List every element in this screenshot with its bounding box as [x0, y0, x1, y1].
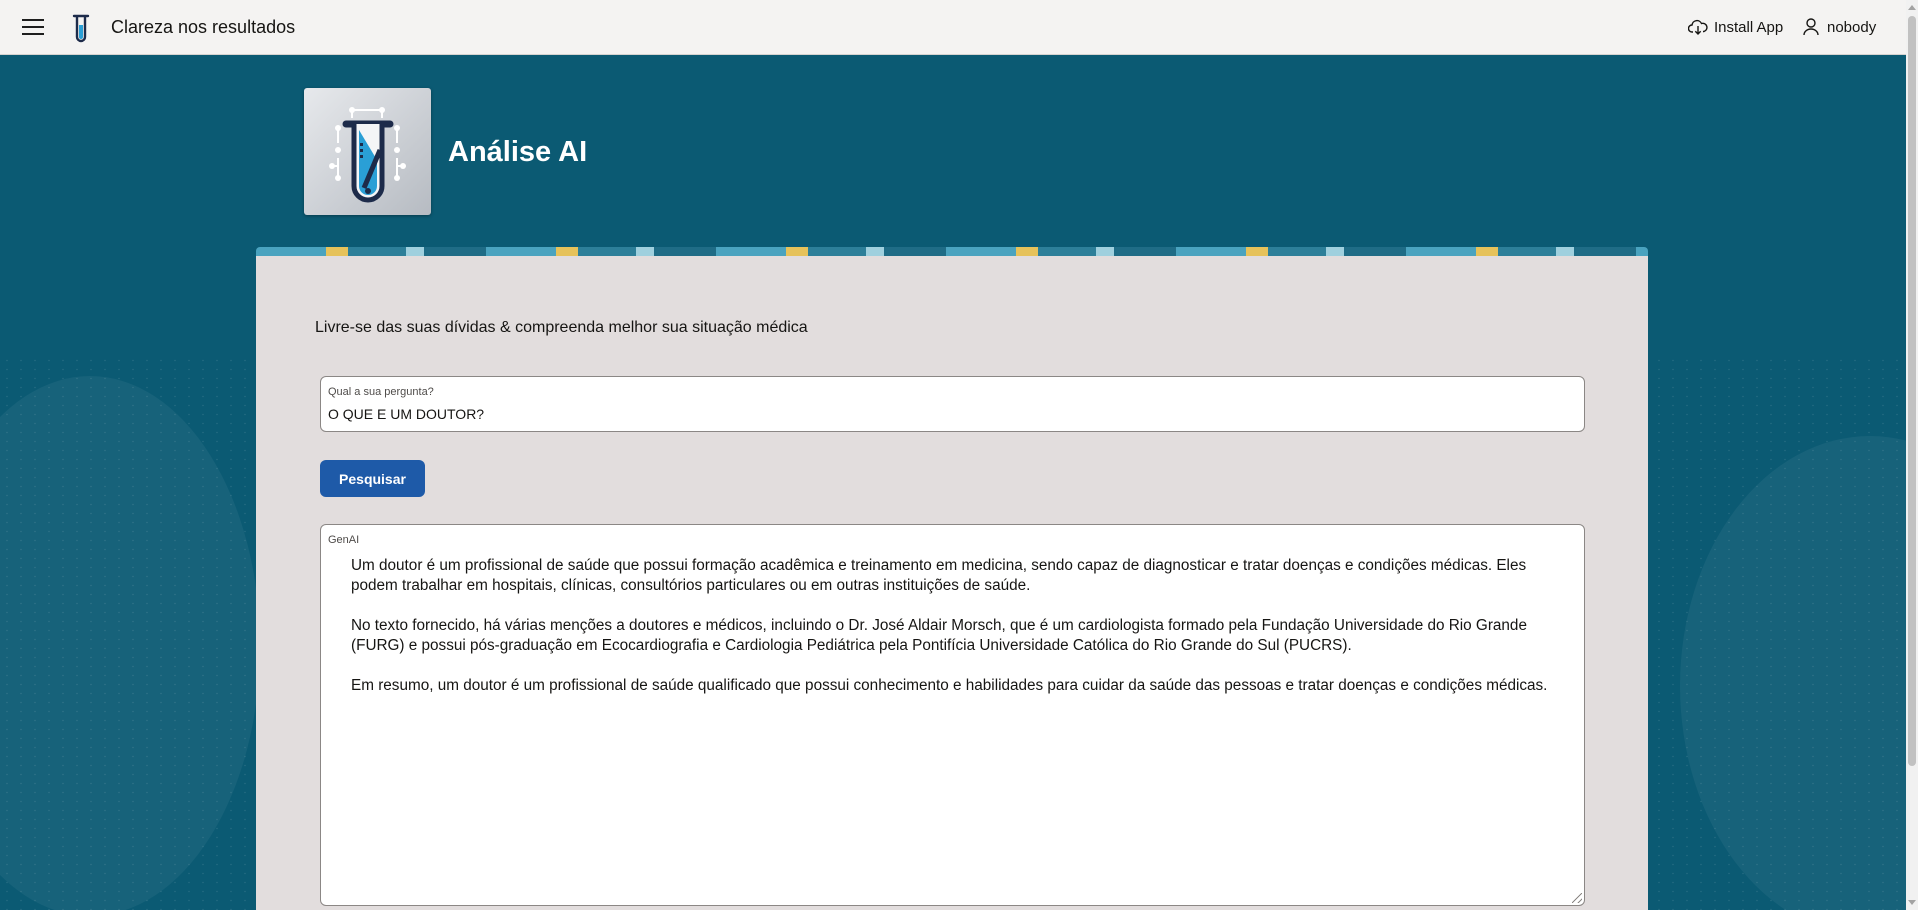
answer-paragraph: Em resumo, um doutor é um profissional d… — [351, 677, 1548, 694]
answer-paragraph: No texto fornecido, há várias menções a … — [351, 617, 1527, 654]
answer-label: GenAI — [328, 534, 360, 546]
username: nobody — [1827, 18, 1877, 36]
genai-answer-textarea[interactable]: GenAI Um doutor é um profissional de saú… — [320, 524, 1585, 906]
page-scrollbar[interactable] — [1906, 0, 1918, 910]
test-tube-circuit-logo — [329, 107, 406, 203]
install-app-label: Install App — [1714, 18, 1784, 36]
test-tube-icon — [72, 14, 90, 43]
scroll-down-arrow-icon[interactable] — [1908, 900, 1916, 905]
card-banner — [256, 247, 1648, 256]
hamburger-menu-icon[interactable] — [20, 16, 46, 38]
main-card: Livre-se das suas dívidas & compreenda m… — [256, 256, 1648, 910]
question-label: Qual a sua pergunta? — [328, 386, 434, 398]
card-heading: Livre-se das suas dívidas & compreenda m… — [315, 319, 808, 336]
resize-handle[interactable] — [1572, 893, 1582, 903]
search-button[interactable]: Pesquisar — [320, 460, 425, 497]
user-icon — [1803, 18, 1819, 36]
hero-logo — [304, 88, 431, 215]
scroll-thumb[interactable] — [1908, 16, 1916, 766]
install-app-button[interactable]: Install App — [1688, 18, 1783, 36]
answer-text: Um doutor é um profissional de saúde que… — [351, 556, 1554, 716]
hero-title: Análise AI — [448, 136, 588, 168]
answer-paragraph: Um doutor é um profissional de saúde que… — [351, 557, 1527, 594]
user-menu[interactable]: nobody — [1803, 18, 1876, 36]
app-header: Clareza nos resultados Install App nobod… — [0, 0, 1906, 55]
cloud-download-icon — [1688, 19, 1708, 35]
question-input[interactable]: Qual a sua pergunta? O QUE E UM DOUTOR? — [320, 376, 1585, 432]
scroll-up-arrow-icon[interactable] — [1908, 5, 1916, 10]
app-title: Clareza nos resultados — [111, 17, 296, 37]
question-value[interactable]: O QUE E UM DOUTOR? — [328, 406, 484, 422]
